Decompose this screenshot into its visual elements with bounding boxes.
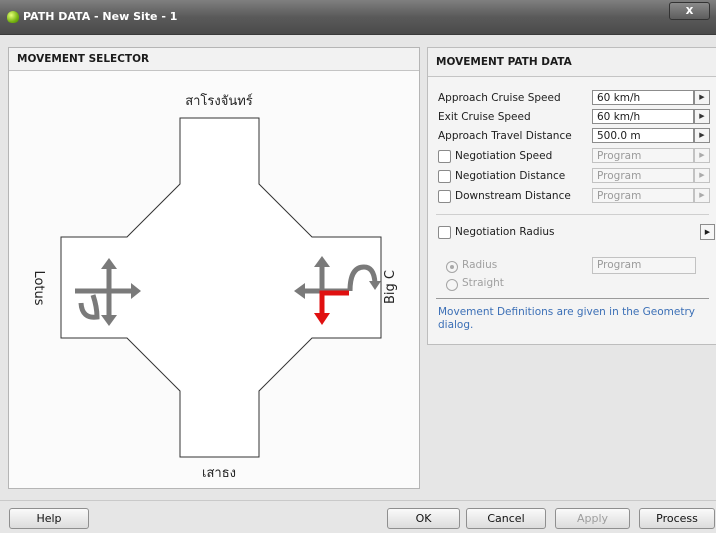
window-title: PATH DATA - New Site - 1 xyxy=(23,10,178,23)
apply-button[interactable]: Apply xyxy=(555,508,630,529)
approach-travel-distance-arrow-icon[interactable]: ▶ xyxy=(694,128,710,143)
radius-value-field: Program xyxy=(592,257,696,274)
movement-selector-panel: MOVEMENT SELECTOR สาโรงจันทร์ เสาธง Lotu… xyxy=(8,47,420,489)
negotiation-distance-checkbox[interactable] xyxy=(438,170,451,183)
movement-path-data-panel: MOVEMENT PATH DATA Approach Cruise Speed… xyxy=(427,47,716,345)
note-divider xyxy=(436,298,709,299)
negotiation-radius-checkbox[interactable] xyxy=(438,226,451,239)
geometry-note: Movement Definitions are given in the Ge… xyxy=(438,306,696,331)
app-icon xyxy=(7,11,19,23)
approach-travel-distance-label: Approach Travel Distance xyxy=(438,130,572,142)
downstream-distance-field: Program xyxy=(592,188,694,203)
road-label-east: Big C xyxy=(383,270,398,304)
movement-path-data-header: MOVEMENT PATH DATA xyxy=(428,48,716,77)
intersection-diagram: สาโรงจันทร์ เสาธง Lotus Big C xyxy=(31,93,398,481)
approach-cruise-speed-arrow-icon[interactable]: ▶ xyxy=(694,90,710,105)
road-label-south: เสาธง xyxy=(202,466,236,481)
exit-cruise-speed-arrow-icon[interactable]: ▶ xyxy=(694,109,710,124)
straight-radio-label: Straight xyxy=(462,277,504,289)
downstream-distance-arrow-icon: ▶ xyxy=(694,188,710,203)
ok-button[interactable]: OK xyxy=(387,508,460,529)
radius-radio-label: Radius xyxy=(462,259,498,271)
exit-cruise-speed-label: Exit Cruise Speed xyxy=(438,111,531,123)
radius-radio[interactable] xyxy=(446,261,458,273)
negotiation-radius-label: Negotiation Radius xyxy=(455,226,555,238)
negotiation-speed-field: Program xyxy=(592,148,694,163)
road-label-west: Lotus xyxy=(31,270,46,305)
negotiation-speed-label: Negotiation Speed xyxy=(455,150,553,162)
negotiation-radius-arrow-icon[interactable]: ▶ xyxy=(700,224,715,240)
help-button[interactable]: Help xyxy=(9,508,89,529)
approach-travel-distance-field[interactable]: 500.0 m xyxy=(592,128,694,143)
movement-selector-header: MOVEMENT SELECTOR xyxy=(9,48,419,71)
divider xyxy=(436,214,709,215)
straight-radio[interactable] xyxy=(446,279,458,291)
negotiation-speed-checkbox[interactable] xyxy=(438,150,451,163)
downstream-distance-label: Downstream Distance xyxy=(455,190,571,202)
cancel-button[interactable]: Cancel xyxy=(466,508,546,529)
approach-cruise-speed-field[interactable]: 60 km/h xyxy=(592,90,694,105)
exit-cruise-speed-field[interactable]: 60 km/h xyxy=(592,109,694,124)
process-button[interactable]: Process xyxy=(639,508,715,529)
negotiation-distance-arrow-icon: ▶ xyxy=(694,168,710,183)
negotiation-distance-field: Program xyxy=(592,168,694,183)
road-label-north: สาโรงจันทร์ xyxy=(185,93,253,109)
title-bar: PATH DATA - New Site - 1 x xyxy=(0,0,716,35)
approach-cruise-speed-label: Approach Cruise Speed xyxy=(438,92,561,104)
negotiation-speed-arrow-icon: ▶ xyxy=(694,148,710,163)
downstream-distance-checkbox[interactable] xyxy=(438,190,451,203)
bottom-divider xyxy=(0,500,716,501)
negotiation-distance-label: Negotiation Distance xyxy=(455,170,566,182)
close-button[interactable]: x xyxy=(669,2,710,20)
